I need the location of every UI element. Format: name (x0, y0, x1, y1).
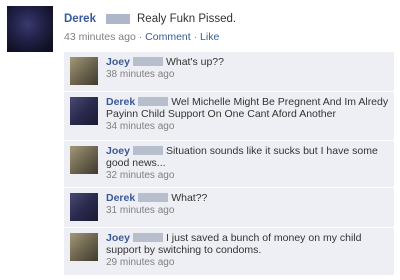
avatar[interactable] (70, 146, 98, 174)
redacted-surname (132, 57, 163, 66)
comment-item: Derek What?? 31 minutes ago (64, 187, 394, 227)
comment-item: Joey I just saved a bunch of money on my … (64, 227, 394, 275)
comment-body: Derek Wel Michelle Might Be Pregnent And … (106, 96, 390, 133)
comment-list: Joey What's up?? 38 minutes ago Derek Wel … (64, 51, 394, 276)
status-text: Realy Fukn Pissed. (137, 13, 237, 25)
redacted-surname (106, 14, 130, 24)
redacted-surname (132, 146, 163, 155)
comment-time: 29 minutes ago (106, 257, 175, 268)
comment-author[interactable]: Derek (106, 96, 135, 108)
comment-text: What?? (171, 192, 208, 204)
comment-author[interactable]: Joey (106, 145, 130, 157)
comment-item: Joey Situation sounds like it sucks but I… (64, 140, 394, 187)
status-time: 43 minutes ago (64, 31, 136, 43)
comment-author[interactable]: Derek (106, 192, 135, 204)
comment-body: Derek What?? 31 minutes ago (106, 192, 390, 217)
comment-time: 31 minutes ago (106, 205, 175, 216)
status-post: Derek Realy Fukn Pissed. 43 minutes ago … (0, 0, 400, 55)
comment-author[interactable]: Joey (106, 56, 130, 68)
avatar[interactable] (7, 6, 53, 52)
comment-time: 32 minutes ago (106, 170, 175, 181)
comment-item: Joey What's up?? 38 minutes ago (64, 51, 394, 91)
comment-link[interactable]: Comment (145, 31, 191, 43)
like-link[interactable]: Like (200, 31, 219, 43)
avatar[interactable] (70, 97, 98, 125)
comment-time: 38 minutes ago (106, 69, 175, 80)
author-name[interactable]: Derek (64, 13, 96, 25)
redacted-surname (138, 193, 169, 202)
comment-time: 34 minutes ago (106, 121, 175, 132)
comment-author[interactable]: Joey (106, 232, 130, 244)
separator: · (138, 31, 143, 43)
comment-body: Joey I just saved a bunch of money on my … (106, 232, 390, 269)
comment-text: What's up?? (165, 56, 224, 68)
comment-body: Joey What's up?? 38 minutes ago (106, 56, 390, 81)
separator: · (193, 31, 198, 43)
avatar[interactable] (70, 193, 98, 221)
comment-item: Derek Wel Michelle Might Be Pregnent And … (64, 91, 394, 140)
comment-body: Joey Situation sounds like it sucks but I… (106, 145, 390, 182)
status-meta: 43 minutes ago · Comment · Like (64, 31, 219, 43)
redacted-surname (132, 233, 163, 242)
avatar[interactable] (70, 233, 98, 261)
avatar[interactable] (70, 57, 98, 85)
redacted-surname (138, 97, 169, 106)
